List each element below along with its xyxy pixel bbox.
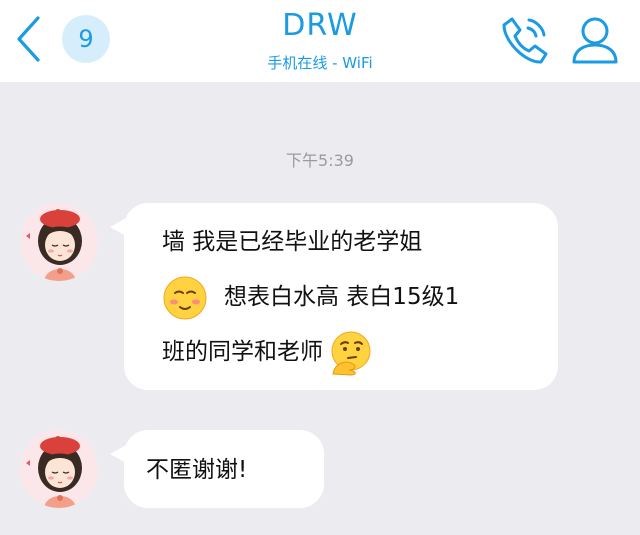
message-text: 班的同学和老师	[162, 339, 323, 365]
avatar[interactable]	[20, 430, 98, 508]
avatar-girl-image	[20, 203, 98, 281]
message-text: 墙 我是已经毕业的老学姐	[162, 229, 423, 255]
avatar-girl-image	[20, 430, 98, 508]
message-text: 想表白水高 表白15级1	[224, 284, 460, 310]
phone-icon	[502, 17, 548, 64]
avatar[interactable]	[20, 203, 98, 281]
bubble-tail	[110, 217, 128, 237]
message-line: 想表白水高 表白15级1	[162, 270, 522, 325]
bubble-tail	[110, 444, 128, 464]
contact-profile-button[interactable]	[570, 14, 620, 66]
message-timestamp: 下午5:39	[286, 151, 354, 170]
thinking-face-emoji	[331, 331, 371, 376]
message-bubble[interactable]: 墙 我是已经毕业的老学姐 想表白水高 表白15级1 班的同学和老师	[110, 203, 558, 390]
message-text: 不匿谢谢!	[146, 457, 248, 483]
message-line: 墙 我是已经毕业的老学姐	[162, 215, 522, 270]
blushing-face-emoji	[163, 276, 207, 319]
top-bar: 9 DRW 手机在线 - WiFi	[0, 0, 640, 82]
message-bubble[interactable]: 不匿谢谢!	[110, 430, 324, 508]
message-line: 班的同学和老师	[162, 325, 522, 380]
person-icon	[572, 17, 618, 64]
call-button[interactable]	[498, 14, 550, 66]
